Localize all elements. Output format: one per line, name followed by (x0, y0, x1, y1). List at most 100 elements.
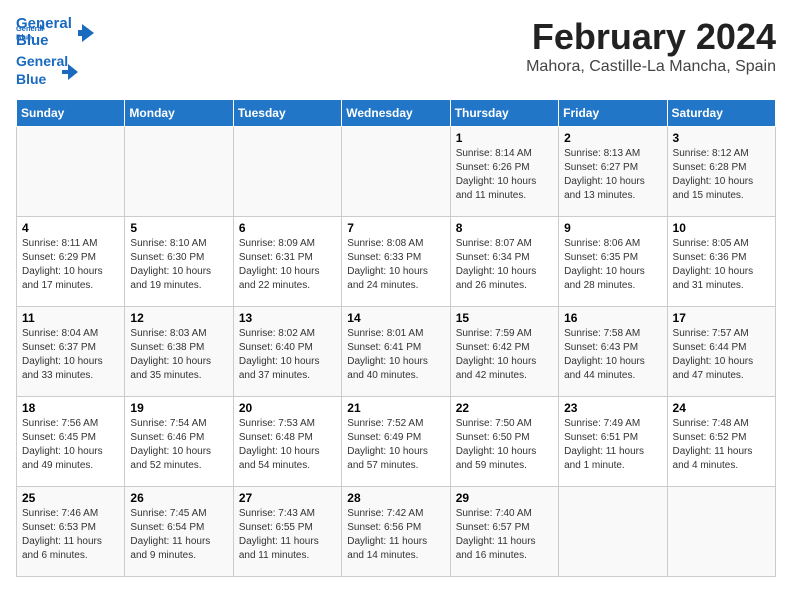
calendar-cell (667, 487, 775, 577)
weekday-header-monday: Monday (125, 100, 233, 127)
day-info: Sunrise: 7:56 AMSunset: 6:45 PMDaylight:… (22, 417, 119, 473)
calendar-week-4: 18Sunrise: 7:56 AMSunset: 6:45 PMDayligh… (17, 397, 776, 487)
weekday-header-thursday: Thursday (450, 100, 558, 127)
logo-blue: Blue (16, 71, 46, 87)
day-info: Sunrise: 8:06 AMSunset: 6:35 PMDaylight:… (564, 237, 661, 293)
calendar-header: February 2024 Mahora, Castille-La Mancha… (526, 16, 776, 76)
calendar-cell: 17 Sunrise: 7:57 AMSunset: 6:44 PMDayligh… (667, 307, 775, 397)
day-number: 6 (239, 221, 336, 235)
calendar-cell (125, 127, 233, 217)
calendar-cell (233, 127, 341, 217)
day-info: Sunrise: 7:53 AMSunset: 6:48 PMDaylight:… (239, 417, 336, 473)
logo-chevron-icon (76, 22, 98, 44)
day-info: Sunrise: 8:01 AMSunset: 6:41 PMDaylight:… (347, 327, 444, 383)
day-info: Sunrise: 7:43 AMSunset: 6:55 PMDaylight:… (239, 507, 336, 563)
day-info: Sunrise: 8:07 AMSunset: 6:34 PMDaylight:… (456, 237, 553, 293)
weekday-header-tuesday: Tuesday (233, 100, 341, 127)
day-number: 14 (347, 311, 444, 325)
day-number: 8 (456, 221, 553, 235)
calendar-cell: 26Sunrise: 7:45 AMSunset: 6:54 PMDayligh… (125, 487, 233, 577)
calendar-table: SundayMondayTuesdayWednesdayThursdayFrid… (16, 99, 776, 577)
day-number: 28 (347, 491, 444, 505)
weekday-header-sunday: Sunday (17, 100, 125, 127)
calendar-cell: 9 Sunrise: 8:06 AMSunset: 6:35 PMDaylight… (559, 217, 667, 307)
day-info: Sunrise: 7:58 AMSunset: 6:43 PMDaylight:… (564, 327, 661, 383)
day-info: Sunrise: 8:12 AMSunset: 6:28 PMDaylight:… (673, 147, 770, 203)
calendar-cell: 22 Sunrise: 7:50 AMSunset: 6:50 PMDayligh… (450, 397, 558, 487)
calendar-cell: 12Sunrise: 8:03 AMSunset: 6:38 PMDayligh… (125, 307, 233, 397)
day-number: 23 (564, 401, 661, 415)
day-number: 24 (673, 401, 770, 415)
day-number: 16 (564, 311, 661, 325)
day-number: 22 (456, 401, 553, 415)
calendar-cell: 15 Sunrise: 7:59 AMSunset: 6:42 PMDayligh… (450, 307, 558, 397)
calendar-week-2: 4Sunrise: 8:11 AMSunset: 6:29 PMDaylight… (17, 217, 776, 307)
day-number: 3 (673, 131, 770, 145)
calendar-cell: 13Sunrise: 8:02 AMSunset: 6:40 PMDayligh… (233, 307, 341, 397)
calendar-cell: 11 Sunrise: 8:04 AMSunset: 6:37 PMDayligh… (17, 307, 125, 397)
day-number: 19 (130, 401, 227, 415)
day-info: Sunrise: 7:50 AMSunset: 6:50 PMDaylight:… (456, 417, 553, 473)
day-info: Sunrise: 8:05 AMSunset: 6:36 PMDaylight:… (673, 237, 770, 293)
calendar-week-5: 25Sunrise: 7:46 AMSunset: 6:53 PMDayligh… (17, 487, 776, 577)
weekday-header-friday: Friday (559, 100, 667, 127)
day-number: 15 (456, 311, 553, 325)
day-number: 27 (239, 491, 336, 505)
calendar-cell: 3 Sunrise: 8:12 AMSunset: 6:28 PMDaylight… (667, 127, 775, 217)
calendar-header-row: SundayMondayTuesdayWednesdayThursdayFrid… (17, 100, 776, 127)
calendar-cell: 18Sunrise: 7:56 AMSunset: 6:45 PMDayligh… (17, 397, 125, 487)
day-number: 7 (347, 221, 444, 235)
day-number: 13 (239, 311, 336, 325)
day-info: Sunrise: 7:52 AMSunset: 6:49 PMDaylight:… (347, 417, 444, 473)
day-info: Sunrise: 7:49 AMSunset: 6:51 PMDaylight:… (564, 417, 661, 473)
day-info: Sunrise: 8:03 AMSunset: 6:38 PMDaylight:… (130, 327, 227, 383)
day-number: 17 (673, 311, 770, 325)
day-number: 20 (239, 401, 336, 415)
calendar-cell: 16 Sunrise: 7:58 AMSunset: 6:43 PMDayligh… (559, 307, 667, 397)
calendar-cell: 1Sunrise: 8:14 AMSunset: 6:26 PMDaylight… (450, 127, 558, 217)
day-info: Sunrise: 7:48 AMSunset: 6:52 PMDaylight:… (673, 417, 770, 473)
calendar-cell: 6Sunrise: 8:09 AMSunset: 6:31 PMDaylight… (233, 217, 341, 307)
calendar-cell: 27 Sunrise: 7:43 AMSunset: 6:55 PMDayligh… (233, 487, 341, 577)
weekday-header-saturday: Saturday (667, 100, 775, 127)
logo-text-blue: Blue (16, 33, 72, 50)
weekday-header-wednesday: Wednesday (342, 100, 450, 127)
calendar-week-1: 1Sunrise: 8:14 AMSunset: 6:26 PMDaylight… (17, 127, 776, 217)
day-info: Sunrise: 7:57 AMSunset: 6:44 PMDaylight:… (673, 327, 770, 383)
day-number: 10 (673, 221, 770, 235)
calendar-cell: 19 Sunrise: 7:54 AMSunset: 6:46 PMDayligh… (125, 397, 233, 487)
calendar-cell: 4Sunrise: 8:11 AMSunset: 6:29 PMDaylight… (17, 217, 125, 307)
calendar-week-3: 11 Sunrise: 8:04 AMSunset: 6:37 PMDayligh… (17, 307, 776, 397)
day-info: Sunrise: 7:59 AMSunset: 6:42 PMDaylight:… (456, 327, 553, 383)
month-year-title: February 2024 (526, 16, 776, 58)
day-number: 26 (130, 491, 227, 505)
day-number: 9 (564, 221, 661, 235)
day-info: Sunrise: 7:40 AMSunset: 6:57 PMDaylight:… (456, 507, 553, 563)
day-info: Sunrise: 8:10 AMSunset: 6:30 PMDaylight:… (130, 237, 227, 293)
calendar-cell (17, 127, 125, 217)
calendar-cell: 10 Sunrise: 8:05 AMSunset: 6:36 PMDayligh… (667, 217, 775, 307)
calendar-cell: 20 Sunrise: 7:53 AMSunset: 6:48 PMDayligh… (233, 397, 341, 487)
day-info: Sunrise: 7:54 AMSunset: 6:46 PMDaylight:… (130, 417, 227, 473)
calendar-cell: 28 Sunrise: 7:42 AMSunset: 6:56 PMDayligh… (342, 487, 450, 577)
calendar-cell: 23 Sunrise: 7:49 AMSunset: 6:51 PMDayligh… (559, 397, 667, 487)
calendar-cell: 8 Sunrise: 8:07 AMSunset: 6:34 PMDaylight… (450, 217, 558, 307)
calendar-cell: 5Sunrise: 8:10 AMSunset: 6:30 PMDaylight… (125, 217, 233, 307)
day-info: Sunrise: 8:13 AMSunset: 6:27 PMDaylight:… (564, 147, 661, 203)
day-number: 4 (22, 221, 119, 235)
calendar-cell: 7 Sunrise: 8:08 AMSunset: 6:33 PMDaylight… (342, 217, 450, 307)
day-number: 2 (564, 131, 661, 145)
location-subtitle: Mahora, Castille-La Mancha, Spain (526, 58, 776, 76)
day-info: Sunrise: 8:08 AMSunset: 6:33 PMDaylight:… (347, 237, 444, 293)
calendar-cell: 14 Sunrise: 8:01 AMSunset: 6:41 PMDayligh… (342, 307, 450, 397)
calendar-cell: 25Sunrise: 7:46 AMSunset: 6:53 PMDayligh… (17, 487, 125, 577)
day-number: 11 (22, 311, 119, 325)
calendar-cell: 21 Sunrise: 7:52 AMSunset: 6:49 PMDayligh… (342, 397, 450, 487)
calendar-cell (342, 127, 450, 217)
day-info: Sunrise: 7:42 AMSunset: 6:56 PMDaylight:… (347, 507, 444, 563)
day-number: 25 (22, 491, 119, 505)
day-number: 21 (347, 401, 444, 415)
day-info: Sunrise: 8:04 AMSunset: 6:37 PMDaylight:… (22, 327, 119, 383)
logo-container: General Blue (16, 16, 98, 49)
logo-general: General (16, 53, 68, 69)
